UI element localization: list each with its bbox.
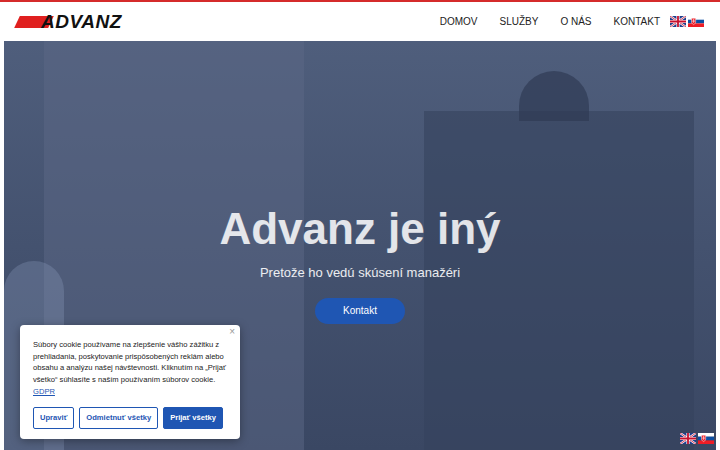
hero-content: Advanz je iný Pretože ho vedú skúsení man… — [219, 41, 500, 324]
cookie-button[interactable]: Prijať všetky — [163, 407, 223, 429]
language-switcher — [670, 16, 704, 27]
logo-text: ADVANZ — [41, 12, 122, 32]
cookie-buttons: UpraviťOdmietnuť všetkyPrijať všetky — [33, 407, 228, 429]
sk-flag-icon[interactable] — [698, 433, 714, 444]
uk-flag-icon[interactable] — [670, 16, 686, 27]
top-header: ADVANZ DOMOV SLUŽBY O NÁS KONTAKT — [0, 0, 720, 41]
cookie-banner: ×Súbory cookie používame na zlepšenie vá… — [20, 325, 240, 439]
header-right: DOMOV SLUŽBY O NÁS KONTAKT — [440, 14, 704, 29]
hero-subtitle: Pretože ho vedú skúsení manažéri — [260, 265, 460, 281]
cookie-button[interactable]: Odmietnuť všetky — [79, 407, 158, 429]
uk-flag-icon[interactable] — [680, 433, 696, 444]
logo[interactable]: ADVANZ — [17, 12, 122, 32]
nav-item[interactable]: SLUŽBY — [499, 14, 538, 29]
tower-dome — [519, 71, 589, 121]
cookie-text: Súbory cookie používame na zlepšenie váš… — [33, 339, 228, 398]
main-nav: DOMOV SLUŽBY O NÁS KONTAKT — [440, 14, 660, 29]
nav-item[interactable]: DOMOV — [440, 14, 478, 29]
hero-title: Advanz je iný — [219, 203, 500, 255]
cookie-message: Súbory cookie používame na zlepšenie váš… — [33, 340, 226, 384]
close-button[interactable]: × — [229, 326, 235, 338]
nav-item[interactable]: KONTAKT — [614, 14, 660, 29]
building-right — [424, 111, 694, 450]
gdpr-link[interactable]: GDPR — [33, 387, 55, 396]
cookie-button[interactable]: Upraviť — [33, 407, 74, 429]
nav-item[interactable]: O NÁS — [560, 14, 591, 29]
sk-flag-icon[interactable] — [688, 16, 704, 27]
floating-language-switcher — [680, 433, 714, 444]
contact-button[interactable]: Kontakt — [315, 298, 405, 324]
